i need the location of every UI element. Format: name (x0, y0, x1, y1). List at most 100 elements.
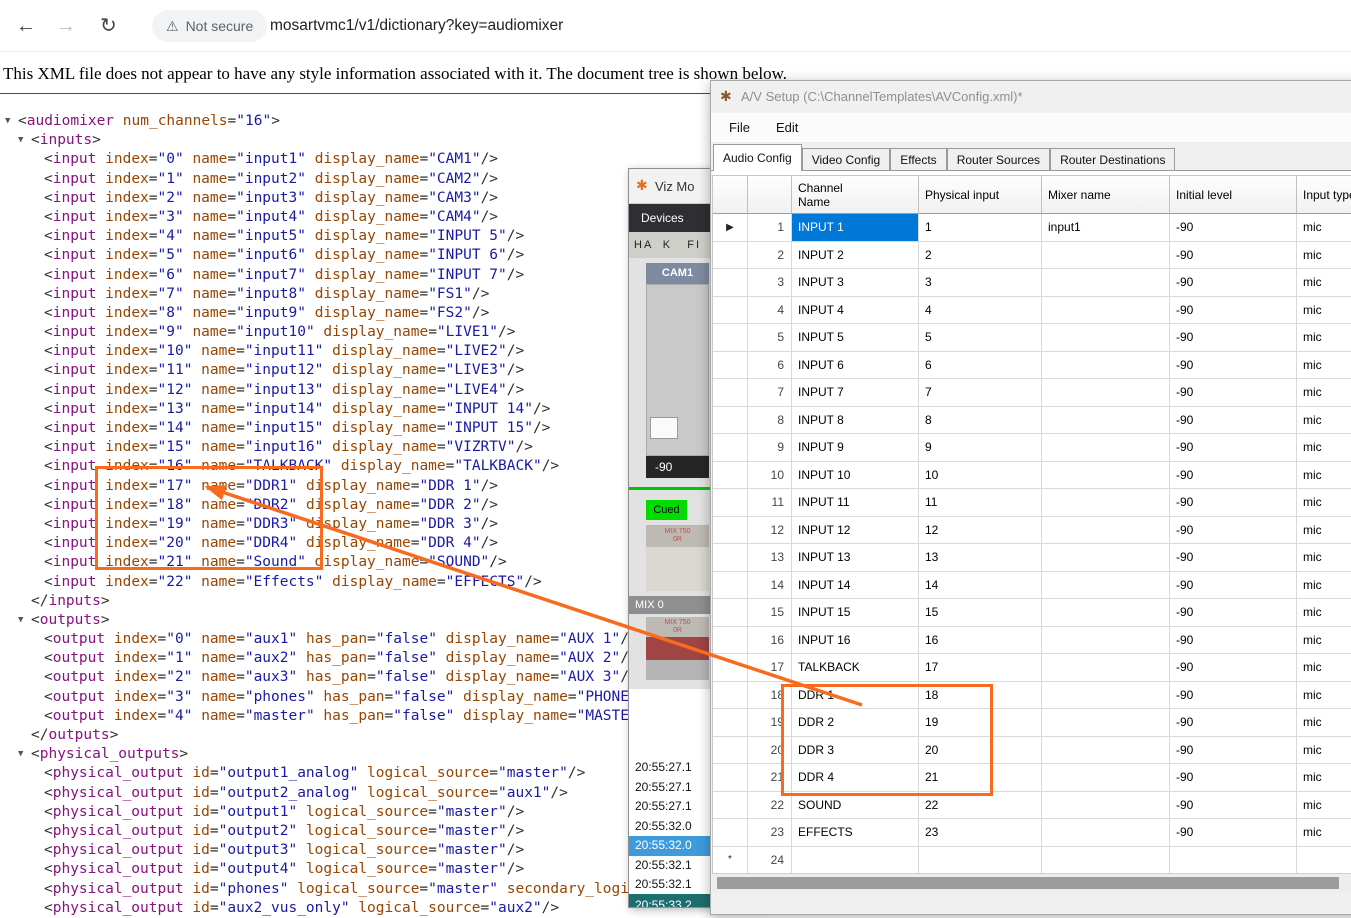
collapse-arrow-icon[interactable]: ▼ (5, 112, 10, 131)
cell-input-type[interactable]: mic (1297, 819, 1351, 847)
cell-input-type[interactable]: mic (1297, 434, 1351, 462)
security-chip[interactable]: ⚠ Not secure (152, 10, 267, 42)
cell-mixer-name[interactable] (1042, 462, 1170, 490)
cell-channel-name[interactable]: INPUT 12 (792, 517, 919, 545)
cell-mixer-name[interactable] (1042, 324, 1170, 352)
cell-mixer-name[interactable] (1042, 682, 1170, 710)
cell-physical-input[interactable]: 22 (919, 792, 1042, 820)
cell-physical-input[interactable]: 4 (919, 297, 1042, 325)
cell-initial-level[interactable]: -90 (1170, 214, 1297, 242)
cell-initial-level[interactable]: -90 (1170, 544, 1297, 572)
cell-input-type[interactable]: mic (1297, 709, 1351, 737)
cell-input-type[interactable]: mic (1297, 627, 1351, 655)
cell-mixer-name[interactable] (1042, 792, 1170, 820)
cell-initial-level[interactable]: -90 (1170, 379, 1297, 407)
cell-input-type[interactable]: mic (1297, 407, 1351, 435)
cell-physical-input[interactable]: 10 (919, 462, 1042, 490)
cell-mixer-name[interactable] (1042, 709, 1170, 737)
cell-channel-name[interactable]: INPUT 16 (792, 627, 919, 655)
cell-input-type[interactable]: mic (1297, 764, 1351, 792)
cell-initial-level[interactable]: -90 (1170, 737, 1297, 765)
cell-physical-input[interactable]: 18 (919, 682, 1042, 710)
cell-initial-level[interactable]: -90 (1170, 819, 1297, 847)
cell-mixer-name[interactable] (1042, 819, 1170, 847)
cell-input-type[interactable]: mic (1297, 792, 1351, 820)
cell-input-type[interactable]: mic (1297, 242, 1351, 270)
cell-physical-input[interactable]: 1 (919, 214, 1042, 242)
cell-physical-input[interactable]: 23 (919, 819, 1042, 847)
cell-mixer-name[interactable] (1042, 517, 1170, 545)
cell-initial-level[interactable]: -90 (1170, 572, 1297, 600)
cell-initial-level[interactable]: -90 (1170, 434, 1297, 462)
cell-physical-input[interactable]: 21 (919, 764, 1042, 792)
fader-handle[interactable] (650, 417, 678, 439)
cell-mixer-name[interactable] (1042, 544, 1170, 572)
cell-physical-input[interactable]: 8 (919, 407, 1042, 435)
cell-physical-input[interactable]: 17 (919, 654, 1042, 682)
cell-channel-name[interactable]: SOUND (792, 792, 919, 820)
cell-physical-input[interactable]: 6 (919, 352, 1042, 380)
cell-mixer-name[interactable] (1042, 434, 1170, 462)
cell-physical-input[interactable] (919, 847, 1042, 875)
cell-channel-name[interactable]: EFFECTS (792, 819, 919, 847)
cell-initial-level[interactable]: -90 (1170, 517, 1297, 545)
forward-icon[interactable]: → (56, 0, 76, 52)
cell-mixer-name[interactable] (1042, 489, 1170, 517)
cell-mixer-name[interactable] (1042, 269, 1170, 297)
cell-mixer-name[interactable] (1042, 654, 1170, 682)
back-icon[interactable]: ← (16, 0, 36, 52)
reload-icon[interactable]: ↻ (100, 0, 117, 52)
cell-initial-level[interactable]: -90 (1170, 792, 1297, 820)
cell-mixer-name[interactable] (1042, 599, 1170, 627)
cell-channel-name[interactable]: INPUT 3 (792, 269, 919, 297)
cell-physical-input[interactable]: 11 (919, 489, 1042, 517)
cell-input-type[interactable]: mic (1297, 599, 1351, 627)
collapse-arrow-icon[interactable]: ▼ (18, 745, 23, 764)
cell-input-type[interactable]: mic (1297, 544, 1351, 572)
cell-channel-name[interactable]: INPUT 5 (792, 324, 919, 352)
cell-physical-input[interactable]: 7 (919, 379, 1042, 407)
cell-input-type[interactable]: mic (1297, 517, 1351, 545)
cell-initial-level[interactable] (1170, 847, 1297, 875)
cell-physical-input[interactable]: 9 (919, 434, 1042, 462)
cell-initial-level[interactable]: -90 (1170, 407, 1297, 435)
tab-router-sources[interactable]: Router Sources (947, 148, 1050, 171)
tab-effects[interactable]: Effects (890, 148, 946, 171)
menu-edit[interactable]: Edit (776, 120, 798, 135)
cell-initial-level[interactable]: -90 (1170, 709, 1297, 737)
cell-input-type[interactable]: mic (1297, 462, 1351, 490)
cell-initial-level[interactable]: -90 (1170, 489, 1297, 517)
cell-mixer-name[interactable] (1042, 572, 1170, 600)
cell-channel-name[interactable]: DDR 2 (792, 709, 919, 737)
cell-mixer-name[interactable] (1042, 847, 1170, 875)
scrollbar-thumb[interactable] (717, 877, 1339, 889)
cell-channel-name[interactable]: INPUT 10 (792, 462, 919, 490)
cell-initial-level[interactable]: -90 (1170, 324, 1297, 352)
cell-input-type[interactable]: mic (1297, 352, 1351, 380)
cell-channel-name[interactable]: TALKBACK (792, 654, 919, 682)
cell-mixer-name[interactable] (1042, 627, 1170, 655)
cell-channel-name[interactable]: INPUT 15 (792, 599, 919, 627)
cell-initial-level[interactable]: -90 (1170, 462, 1297, 490)
cell-channel-name[interactable]: INPUT 4 (792, 297, 919, 325)
cell-channel-name[interactable]: INPUT 2 (792, 242, 919, 270)
cell-input-type[interactable]: mic (1297, 682, 1351, 710)
cell-channel-name[interactable]: INPUT 8 (792, 407, 919, 435)
cell-input-type[interactable]: mic (1297, 297, 1351, 325)
cell-channel-name[interactable]: INPUT 9 (792, 434, 919, 462)
cell-channel-name[interactable]: INPUT 13 (792, 544, 919, 572)
cell-mixer-name[interactable] (1042, 352, 1170, 380)
cell-mixer-name[interactable] (1042, 764, 1170, 792)
cell-channel-name[interactable]: INPUT 11 (792, 489, 919, 517)
cell-initial-level[interactable]: -90 (1170, 764, 1297, 792)
cell-mixer-name[interactable] (1042, 297, 1170, 325)
horizontal-scrollbar[interactable] (712, 873, 1351, 892)
cell-initial-level[interactable]: -90 (1170, 269, 1297, 297)
cell-channel-name[interactable]: INPUT 7 (792, 379, 919, 407)
cell-physical-input[interactable]: 15 (919, 599, 1042, 627)
av-title-bar[interactable]: ✱ A/V Setup (C:\ChannelTemplates\AVConfi… (711, 81, 1351, 113)
cell-input-type[interactable]: mic (1297, 737, 1351, 765)
cell-physical-input[interactable]: 16 (919, 627, 1042, 655)
cell-input-type[interactable]: mic (1297, 269, 1351, 297)
tab-video-config[interactable]: Video Config (802, 148, 891, 171)
